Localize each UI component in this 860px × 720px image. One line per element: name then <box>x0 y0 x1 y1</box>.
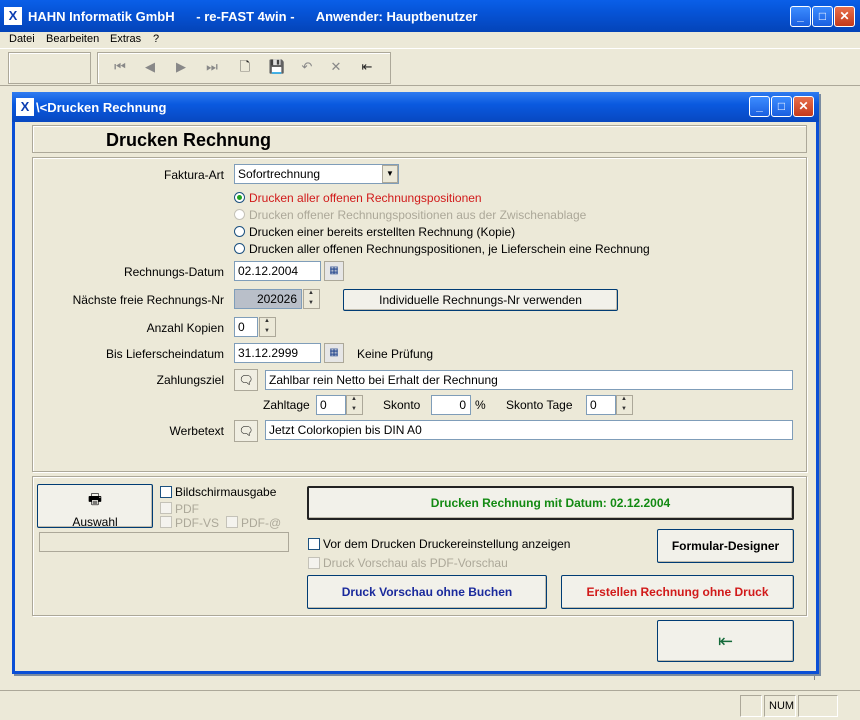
dialog-logo-icon: X <box>16 98 34 116</box>
datum-input[interactable]: 02.12.2004 <box>234 261 321 281</box>
window-titlebar: X HAHN Informatik GmbH - re-FAST 4win - … <box>0 0 860 32</box>
pdfvs-label: PDF-VS <box>175 516 220 530</box>
vor-drucken-checkbox[interactable] <box>308 538 320 550</box>
pdfvs-checkbox[interactable] <box>160 516 172 528</box>
zahltage-input[interactable]: 0 <box>316 395 346 415</box>
minimize-button[interactable]: _ <box>790 6 811 27</box>
status-bar: NUM <box>0 690 860 720</box>
first-record-icon[interactable]: ⏮ <box>107 55 133 79</box>
exit-icon[interactable]: ⇤ <box>354 55 380 79</box>
pdf-label: PDF <box>175 502 199 516</box>
radio-copy-label: Drucken einer bereits erstellten Rechnun… <box>249 225 516 239</box>
exit-door-icon[interactable]: ⇤ <box>657 620 794 662</box>
radio-all-open[interactable] <box>234 192 245 203</box>
nr-spinner[interactable] <box>303 289 320 309</box>
status-num: NUM <box>764 695 796 717</box>
skonto-unit: % <box>475 398 486 412</box>
vor-drucken-label: Vor dem Drucken Druckereinstellung anzei… <box>323 537 571 551</box>
radio-clipboard[interactable] <box>234 209 245 220</box>
toolbar-group-left <box>8 52 91 84</box>
page-title: Drucken Rechnung <box>106 130 272 150</box>
kopien-spinner[interactable] <box>259 317 276 337</box>
radio-per-delivery[interactable] <box>234 243 245 254</box>
menu-help[interactable]: ? <box>153 33 159 45</box>
ziel-label: Zahlungsziel <box>156 373 224 387</box>
werbe-input[interactable]: Jetzt Colorkopien bis DIN A0 <box>265 420 793 440</box>
select-text-icon[interactable]: 🗨 <box>234 369 258 391</box>
menu-extras[interactable]: Extras <box>110 33 141 45</box>
print-invoice-button[interactable]: Drucken Rechnung mit Datum: 02.12.2004 <box>307 486 794 520</box>
kopien-label: Anzahl Kopien <box>146 321 224 335</box>
select-text-icon[interactable]: 🗨 <box>234 420 258 442</box>
status-cell-1 <box>740 695 762 717</box>
nr-label: Nächste freie Rechnungs-Nr <box>72 293 224 307</box>
dialog-title: \<Drucken Rechnung <box>36 100 167 115</box>
nr-input[interactable]: 202026 <box>234 289 302 309</box>
window-title: HAHN Informatik GmbH - re-FAST 4win - An… <box>28 9 478 24</box>
auswahl-label: Auswahl <box>72 515 118 529</box>
dialog-heading-box: Drucken Rechnung <box>32 125 807 153</box>
faktura-label: Faktura-Art <box>163 168 224 182</box>
create-without-print-button[interactable]: Erstellen Rechnung ohne Druck <box>561 575 794 609</box>
dialog-maximize-button[interactable]: □ <box>771 96 792 117</box>
maximize-button[interactable]: □ <box>812 6 833 27</box>
faktura-value: Sofortrechnung <box>238 167 321 181</box>
pdf-checkbox[interactable] <box>160 502 172 514</box>
printer-icon: 🖶 <box>87 491 103 508</box>
dialog-titlebar: X \<Drucken Rechnung _ □ ✕ <box>12 92 819 122</box>
vorschau-pdf-checkbox[interactable] <box>308 557 320 569</box>
menu-bearbeiten[interactable]: Bearbeiten <box>46 33 99 45</box>
new-document-icon[interactable]: 🗋 <box>232 55 258 79</box>
radio-copy[interactable] <box>234 226 245 237</box>
preview-without-booking-button[interactable]: Druck Vorschau ohne Buchen <box>307 575 547 609</box>
bildschirm-checkbox[interactable] <box>160 486 172 498</box>
kopien-input[interactable]: 0 <box>234 317 258 337</box>
chevron-down-icon[interactable]: ▼ <box>382 165 398 183</box>
next-record-icon[interactable]: ▶ <box>168 55 194 79</box>
faktura-select[interactable]: Sofortrechnung <box>234 164 399 184</box>
printer-select-button[interactable]: 🖶 Auswahl <box>37 484 153 529</box>
skonto-input[interactable]: 0 <box>431 395 471 415</box>
status-cell-3 <box>798 695 838 717</box>
background-window-edge <box>814 96 852 680</box>
formular-designer-button[interactable]: Formular-Designer <box>657 529 794 563</box>
liefer-note: Keine Prüfung <box>357 347 434 361</box>
datum-label: Rechnungs-Datum <box>123 265 224 279</box>
pdfat-label: PDF-@ <box>241 516 282 530</box>
printer-display-field <box>39 532 289 552</box>
main-window: X HAHN Informatik GmbH - re-FAST 4win - … <box>0 0 860 720</box>
menu-bar: Datei Bearbeiten Extras ? <box>0 32 860 48</box>
vorschau-pdf-label: Druck Vorschau als PDF-Vorschau <box>323 556 508 570</box>
calendar-icon[interactable]: ▦ <box>324 261 344 281</box>
radio-all-open-label: Drucken aller offenen Rechnungspositione… <box>249 191 482 205</box>
skontotage-spinner[interactable] <box>616 395 633 415</box>
save-icon[interactable]: 💾 <box>264 55 290 79</box>
skontotage-label: Skonto Tage <box>506 398 573 412</box>
individual-nr-button[interactable]: Individuelle Rechnungs-Nr verwenden <box>343 289 618 311</box>
toolbar: ⏮ ◀ ▶ ⏭ 🗋 💾 ↶ ✕ ⇤ <box>0 48 860 86</box>
dialog-minimize-button[interactable]: _ <box>749 96 770 117</box>
delete-icon[interactable]: ✕ <box>323 55 349 79</box>
radio-per-delivery-label: Drucken aller offenen Rechnungspositione… <box>249 242 650 256</box>
close-button[interactable]: ✕ <box>834 6 855 27</box>
previous-record-icon[interactable]: ◀ <box>137 55 163 79</box>
undo-icon[interactable]: ↶ <box>294 55 320 79</box>
pdfat-checkbox[interactable] <box>226 516 238 528</box>
app-logo-icon: X <box>4 7 22 25</box>
werbe-label: Werbetext <box>169 424 224 438</box>
last-record-icon[interactable]: ⏭ <box>199 55 225 79</box>
skontotage-input[interactable]: 0 <box>586 395 616 415</box>
liefer-input[interactable]: 31.12.2999 <box>234 343 321 363</box>
bildschirm-label: Bildschirmausgabe <box>175 485 277 499</box>
calendar-icon[interactable]: ▦ <box>324 343 344 363</box>
skonto-label: Skonto <box>383 398 421 412</box>
menu-datei[interactable]: Datei <box>9 33 35 45</box>
zahltage-label: Zahltage <box>263 398 310 412</box>
dialog-close-button[interactable]: ✕ <box>793 96 814 117</box>
print-invoice-dialog: X \<Drucken Rechnung _ □ ✕ Drucken Rechn… <box>12 92 819 674</box>
liefer-label: Bis Lieferscheindatum <box>105 347 224 361</box>
ziel-input[interactable]: Zahlbar rein Netto bei Erhalt der Rechnu… <box>265 370 793 390</box>
radio-clipboard-label: Drucken offener Rechnungspositionen aus … <box>249 208 587 222</box>
zahltage-spinner[interactable] <box>346 395 363 415</box>
